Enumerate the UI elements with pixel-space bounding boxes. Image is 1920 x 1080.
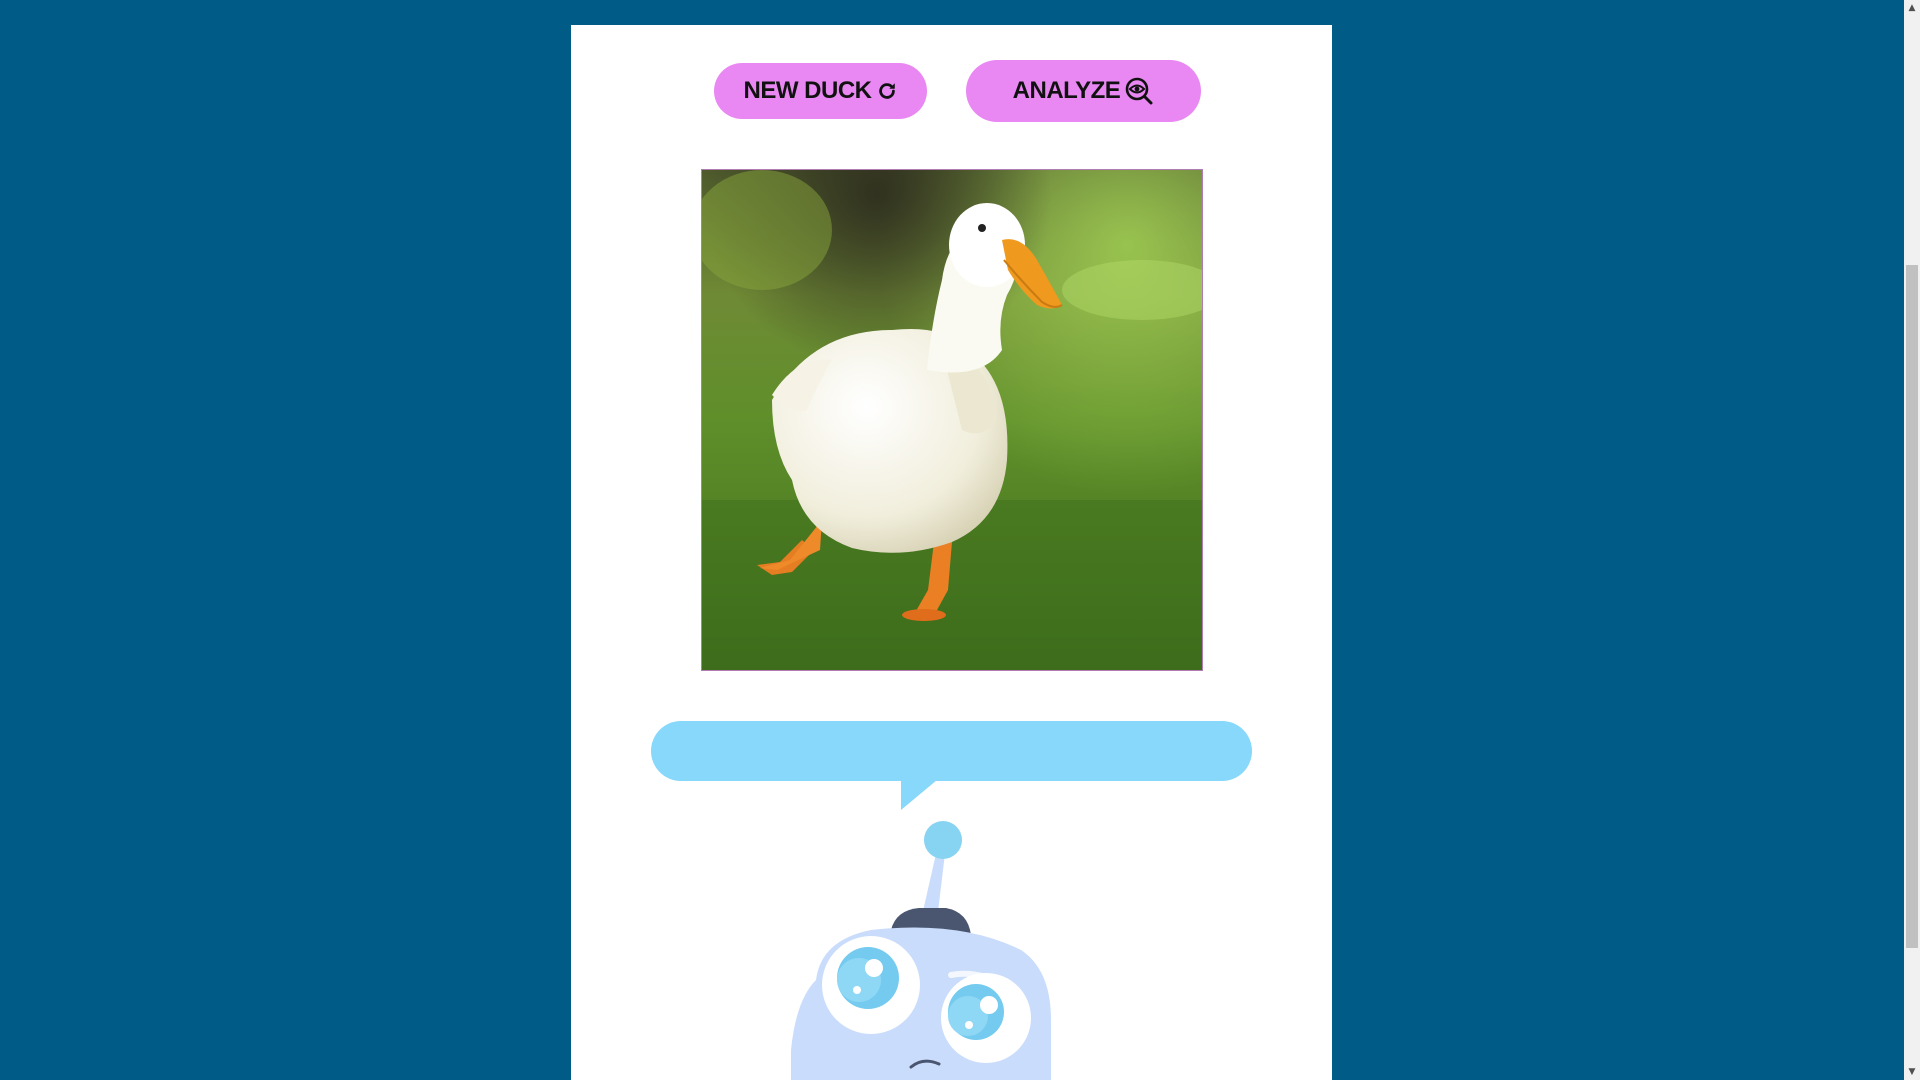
- new-duck-label: NEW DUCK: [743, 77, 873, 104]
- speech-bubble-tail: [901, 780, 937, 810]
- analyze-button[interactable]: ANALYZE: [966, 60, 1201, 122]
- triangle-up-icon[interactable]: ▲: [1904, 0, 1920, 16]
- scrollbar-thumb[interactable]: [1906, 265, 1918, 948]
- page-viewport: NEW DUCK ANALYZE: [0, 0, 1904, 1080]
- refresh-icon: [876, 80, 898, 102]
- triangle-down-icon[interactable]: ▼: [1904, 1064, 1920, 1080]
- robot-mascot: [761, 820, 1081, 1080]
- new-duck-button[interactable]: NEW DUCK: [714, 63, 927, 119]
- main-panel: NEW DUCK ANALYZE: [571, 25, 1332, 1080]
- analyze-label: ANALYZE: [1012, 77, 1121, 104]
- search-eye-icon: [1124, 76, 1154, 106]
- duck-photo: [701, 169, 1203, 671]
- speech-bubble: [651, 721, 1252, 781]
- vertical-scrollbar[interactable]: ▲ ▼: [1904, 0, 1920, 1080]
